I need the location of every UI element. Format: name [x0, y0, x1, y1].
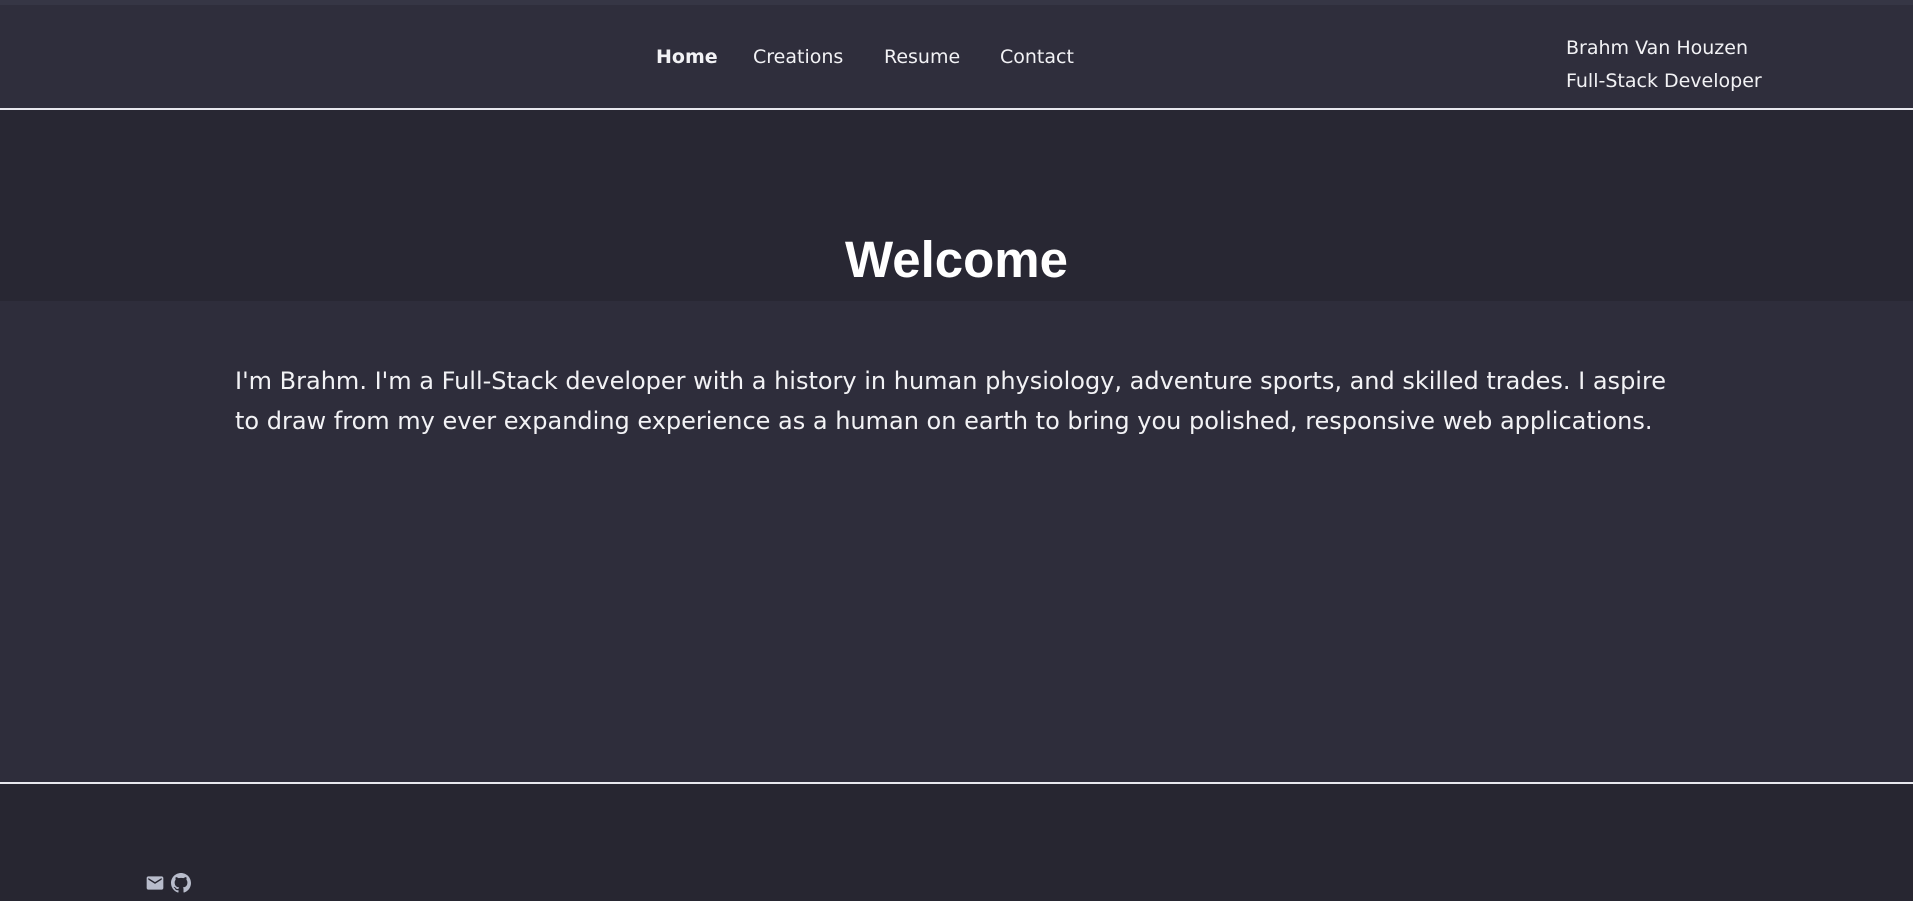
nav-contact-link[interactable]: Contact: [1000, 46, 1074, 68]
nav-home-link[interactable]: Home: [656, 46, 718, 68]
nav-creations-link[interactable]: Creations: [753, 46, 843, 68]
github-icon[interactable]: [171, 873, 191, 893]
site-header: Home Creations Resume Contact Brahm Van …: [0, 5, 1913, 110]
intro-section: I'm Brahm. I'm a Full-Stack developer wi…: [0, 301, 1913, 782]
mail-icon[interactable]: [145, 873, 165, 893]
social-links: [145, 873, 191, 893]
nav-resume-link[interactable]: Resume: [884, 46, 960, 68]
author-role: Full-Stack Developer: [1566, 70, 1762, 92]
page-title: Welcome: [845, 231, 1068, 288]
author-name: Brahm Van Houzen: [1566, 37, 1748, 59]
hero-section: Welcome: [0, 110, 1913, 301]
site-footer: [0, 784, 1913, 901]
identity-block: Brahm Van Houzen Full-Stack Developer: [1566, 32, 1762, 98]
intro-text: I'm Brahm. I'm a Full-Stack developer wi…: [235, 367, 1667, 435]
